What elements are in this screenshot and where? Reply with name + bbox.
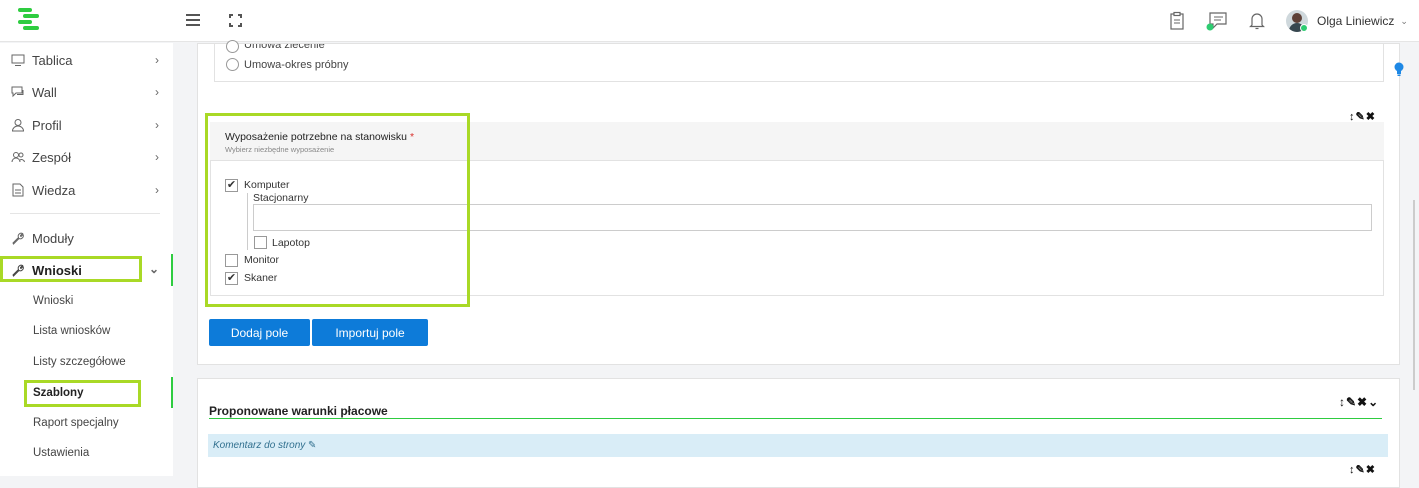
- scrollbar[interactable]: [1413, 200, 1415, 390]
- sidebar-item-wiedza[interactable]: Wiedza ›: [0, 175, 173, 205]
- user-icon: [11, 119, 25, 132]
- active-indicator: [171, 377, 173, 408]
- highlight-box: [24, 380, 141, 407]
- highlight-box: [205, 113, 470, 307]
- sidebar-item-label: Profil: [32, 117, 62, 133]
- comment-text[interactable]: Komentarz do strony ✎: [213, 440, 316, 451]
- sidebar-item-tablica[interactable]: Tablica ›: [0, 45, 173, 75]
- comment-label: Komentarz do strony: [213, 440, 306, 451]
- chevron-right-icon: ›: [155, 85, 159, 99]
- import-field-button[interactable]: Importuj pole: [312, 319, 428, 346]
- fullscreen-icon[interactable]: [229, 14, 242, 27]
- radio-label: Umowa-okres próbny: [244, 59, 349, 71]
- chevron-down-icon: ⌄: [1400, 15, 1408, 26]
- sidebar-subitem-listy-szczegolowe[interactable]: Listy szczegółowe: [33, 356, 126, 368]
- sidebar-item-label: Wiedza: [32, 182, 76, 198]
- top-bar: Olga Liniewicz ⌄: [0, 0, 1419, 42]
- wrench-icon: [12, 232, 24, 245]
- team-icon: [11, 152, 25, 163]
- sidebar-item-wall[interactable]: Wall ›: [0, 77, 173, 107]
- sidebar-subitem-wnioski[interactable]: Wnioski: [33, 295, 73, 307]
- edit-icon: ✎: [308, 440, 317, 451]
- sidebar-item-moduly[interactable]: Moduły: [0, 223, 173, 253]
- menu-icon[interactable]: [186, 14, 200, 26]
- chevron-down-icon: ⌄: [148, 262, 159, 276]
- chevron-right-icon: ›: [155, 53, 159, 67]
- sidebar: Tablica › Wall › Profil › Zespół › Wiedz…: [0, 43, 173, 476]
- sidebar-item-zespol[interactable]: Zespół ›: [0, 142, 173, 172]
- sidebar-item-label: Tablica: [32, 52, 73, 68]
- bottom-field-controls[interactable]: ↕✎✖: [1349, 463, 1376, 476]
- sidebar-item-profil[interactable]: Profil ›: [0, 110, 173, 140]
- section-underline: [209, 418, 1382, 419]
- radio-field-box: [214, 43, 1384, 82]
- chevron-right-icon: ›: [155, 183, 159, 197]
- messages-icon[interactable]: [1206, 11, 1228, 31]
- monitor-icon: [11, 54, 25, 66]
- sidebar-item-label: Zespół: [32, 149, 72, 165]
- user-name: Olga Liniewicz: [1317, 14, 1395, 28]
- chevron-right-icon: ›: [155, 150, 159, 164]
- radio-umowa-okres-probny[interactable]: [226, 58, 239, 71]
- radio-umowa-zlecenie[interactable]: [226, 40, 239, 53]
- sidebar-item-label: Moduły: [32, 230, 74, 246]
- add-field-button[interactable]: Dodaj pole: [209, 319, 310, 346]
- highlight-box: [0, 256, 142, 282]
- sidebar-subitem-ustawienia[interactable]: Ustawienia: [33, 447, 89, 459]
- active-indicator: [171, 254, 173, 286]
- document-icon: [12, 183, 24, 197]
- lightbulb-icon[interactable]: [1394, 62, 1404, 76]
- chevron-right-icon: ›: [155, 118, 159, 132]
- sidebar-subitem-raport-specjalny[interactable]: Raport specjalny: [33, 417, 119, 429]
- section-card: [197, 378, 1400, 488]
- notifications-icon[interactable]: [1248, 11, 1266, 31]
- comment-bar[interactable]: [208, 434, 1388, 457]
- online-status-icon: [1300, 24, 1308, 32]
- sidebar-subitem-lista-wnioskow[interactable]: Lista wniosków: [33, 325, 110, 337]
- app-logo[interactable]: [15, 6, 41, 34]
- chat-icon: [11, 86, 24, 98]
- section-title: Proponowane warunki płacowe: [209, 404, 388, 418]
- sidebar-divider: [10, 213, 160, 214]
- sidebar-item-label: Wall: [32, 84, 57, 100]
- section-controls[interactable]: ↕✎✖⌄: [1339, 395, 1379, 409]
- clipboard-icon[interactable]: [1168, 11, 1186, 31]
